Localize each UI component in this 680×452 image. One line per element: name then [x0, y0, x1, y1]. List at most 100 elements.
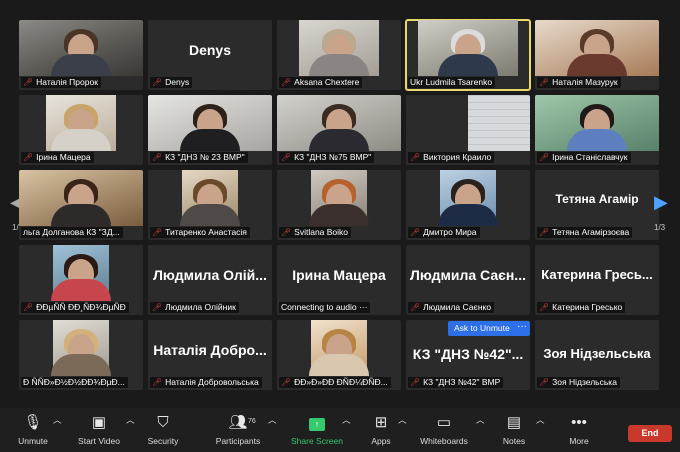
muted-mic-icon: 🎤︎	[152, 228, 163, 237]
muted-mic-icon: 🎤︎	[281, 153, 292, 162]
participant-tile[interactable]: Тетяна Агамір 🎤︎ Тетяна Агамірзоєва	[535, 170, 659, 240]
participant-tile[interactable]: 🎤︎ ÐÐ»Ð»ÐÐ ÐÑÐ¼ÐÑÐ...	[277, 320, 401, 390]
participant-tile[interactable]: 🎤︎ Дмитро Мира	[406, 170, 530, 240]
participant-name: 🎤︎ ÐÐµÑÑ ÐÐ¸ÑÐ¾ÐµÑÐ	[21, 302, 129, 313]
security-button[interactable]: ⛉ Security	[144, 414, 182, 446]
video-feed	[180, 170, 240, 226]
unmute-button[interactable]: 🎙︎ Unmute	[14, 414, 52, 446]
audio-options-caret-icon[interactable]: ︿	[53, 414, 62, 426]
participant-name: 🎤︎ Наталія Добровольська	[150, 377, 262, 388]
muted-mic-icon: 🎤︎	[23, 153, 34, 162]
muted-mic-icon: 🎤︎	[281, 378, 292, 387]
participants-button[interactable]: 👥︎ 76 Participants	[210, 414, 266, 446]
participant-name: 🎤︎ Людмила Саєнко	[408, 302, 495, 313]
participant-name: 🎤︎ Дмитро Мира	[408, 227, 480, 238]
notes-label: Notes	[502, 436, 526, 446]
participant-tile[interactable]: 🎤︎ Ірина Мацера	[19, 95, 143, 165]
participant-tile[interactable]: льга Долганова КЗ "ЗД...	[19, 170, 143, 240]
video-feed	[535, 95, 659, 151]
participant-tile[interactable]: 🎤︎ ÐÐµÑÑ ÐÐ¸ÑÐ¾ÐµÑÐ	[19, 245, 143, 315]
participant-name: льга Долганова КЗ "ЗД...	[21, 227, 123, 238]
muted-mic-icon: 🎤︎	[539, 378, 550, 387]
apps-button[interactable]: ⊞ Apps	[366, 414, 396, 446]
video-feed	[535, 20, 659, 76]
participant-name: 🎤︎ Ірина Станіславчук	[537, 152, 631, 163]
page-indicator-right: 1/3	[654, 223, 666, 232]
muted-microphone-icon: 🎙︎	[23, 414, 43, 431]
participant-tile-active-speaker[interactable]: Ukr Ludmila Tsarenko	[405, 19, 531, 91]
participants-options-caret-icon[interactable]: ︿	[268, 414, 277, 426]
participant-tile[interactable]: Наталія Добро... 🎤︎ Наталія Добровольська	[148, 320, 272, 390]
whiteboards-options-caret-icon[interactable]: ︿	[476, 414, 485, 426]
participant-tile[interactable]: 🎤︎ Svitlana Boiko	[277, 170, 401, 240]
video-feed	[309, 320, 369, 376]
video-feed	[438, 170, 498, 226]
apps-label: Apps	[371, 436, 391, 446]
participant-tile[interactable]: 🎤︎ Наталія Мазурук	[535, 20, 659, 90]
participant-name: 🎤︎ Ірина Мацера	[21, 152, 94, 163]
muted-mic-icon: 🎤︎	[539, 228, 550, 237]
participant-name: 🎤︎ Наталія Пророк	[21, 77, 101, 88]
participant-tile[interactable]: 🎤︎ Aksana Chextere	[277, 20, 401, 90]
participant-tile[interactable]: Ð ÑÑÐ»Ð½Ð½ÐÐ¾ÐµÐ...	[19, 320, 143, 390]
apps-options-caret-icon[interactable]: ︿	[398, 414, 407, 426]
notes-options-caret-icon[interactable]: ︿	[536, 414, 545, 426]
start-video-button[interactable]: ▣ Start Video	[74, 414, 124, 446]
muted-mic-icon: 🎤︎	[410, 378, 421, 387]
video-feed	[309, 170, 369, 226]
participant-tile[interactable]: Denys 🎤︎ Denys	[148, 20, 272, 90]
participant-tile[interactable]: Людмила Олій... 🎤︎ Людмила Олійник	[148, 245, 272, 315]
video-feed	[51, 245, 111, 301]
participant-name: 🎤︎ Denys	[150, 77, 193, 88]
tile-more-options-button[interactable]: ···	[514, 321, 530, 336]
muted-mic-icon: 🎤︎	[23, 78, 34, 87]
participant-name: 🎤︎ Людмила Олійник	[150, 302, 239, 313]
participant-tile[interactable]: 🎤︎ Ірина Станіславчук	[535, 95, 659, 165]
participant-name: 🎤︎ КЗ "ДНЗ №42" ВМР	[408, 377, 504, 388]
whiteboards-button[interactable]: ▭ Whiteboards	[418, 414, 470, 446]
participant-name: 🎤︎ Svitlana Boiko	[279, 227, 352, 238]
video-feed	[51, 320, 111, 376]
participant-tile[interactable]: Зоя Нідзельська 🎤︎ Зоя Нідзельська	[535, 320, 659, 390]
start-video-label: Start Video	[78, 436, 120, 446]
participant-tile[interactable]: 🎤︎ Наталія Пророк	[19, 20, 143, 90]
participant-display-name: Тетяна Агамір	[555, 192, 639, 206]
share-screen-button[interactable]: ↑ Share Screen	[288, 414, 346, 446]
ask-to-unmute-button[interactable]: Ask to Unmute	[448, 321, 516, 336]
participant-name: 🎤︎ Наталія Мазурук	[537, 77, 621, 88]
share-screen-label: Share Screen	[291, 436, 343, 446]
more-dots-icon: •••	[571, 414, 587, 431]
participant-display-name: Людмила Саєн...	[410, 267, 526, 283]
participant-name: Ð ÑÑÐ»Ð½Ð½ÐÐ¾ÐµÐ...	[21, 377, 128, 388]
participant-name: 🎤︎ Тетяна Агамірзоєва	[537, 227, 633, 238]
share-options-caret-icon[interactable]: ︿	[342, 414, 351, 426]
participant-name: 🎤︎ КЗ "ДНЗ № 23 ВМР"	[150, 152, 248, 163]
muted-mic-icon: 🎤︎	[152, 303, 163, 312]
video-options-caret-icon[interactable]: ︿	[126, 414, 135, 426]
participant-name: 🎤︎ Виктория Краило	[408, 152, 495, 163]
whiteboard-icon: ▭	[436, 414, 452, 431]
participant-display-name: Denys	[188, 42, 232, 58]
participants-count: 76	[248, 418, 256, 425]
participant-tile[interactable]: Людмила Саєн... 🎤︎ Людмила Саєнко	[406, 245, 530, 315]
participant-tile[interactable]: Катерина Гресь... 🎤︎ Катерина Гресько	[535, 245, 659, 315]
unmute-label: Unmute	[18, 436, 48, 446]
participant-tile[interactable]: 🎤︎ КЗ "ДНЗ № 23 ВМР"	[148, 95, 272, 165]
participant-name: Ukr Ludmila Tsarenko	[408, 77, 496, 88]
participant-tile[interactable]: 🎤︎ КЗ "ДНЗ №75 ВМР"	[277, 95, 401, 165]
participant-name: 🎤︎ КЗ "ДНЗ №75 ВМР"	[279, 152, 375, 163]
participant-tile[interactable]: 🎤︎ Титаренко Анастасія	[148, 170, 272, 240]
muted-mic-icon: 🎤︎	[539, 78, 550, 87]
muted-mic-icon: 🎤︎	[410, 228, 421, 237]
participant-display-name: Людмила Олій...	[153, 267, 267, 283]
video-feed	[299, 20, 379, 76]
whiteboards-label: Whiteboards	[420, 436, 468, 446]
next-page-arrow-icon[interactable]: ▶	[654, 192, 668, 213]
notes-button[interactable]: ▤ Notes	[500, 414, 528, 446]
end-meeting-button[interactable]: End	[628, 425, 672, 442]
participant-tile[interactable]: 🎤︎ Виктория Краило	[406, 95, 530, 165]
more-button[interactable]: ••• More	[564, 414, 594, 446]
participant-tile[interactable]: Ірина Мацера Connecting to audio ···	[277, 245, 401, 315]
participant-display-name: Наталія Добро...	[153, 342, 267, 358]
participants-label: Participants	[215, 436, 261, 446]
